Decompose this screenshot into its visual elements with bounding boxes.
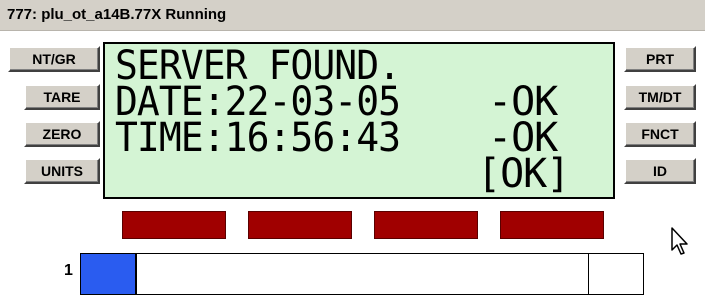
prt-button[interactable]: PRT	[624, 46, 696, 72]
status-indicator-1	[122, 211, 226, 239]
tare-button[interactable]: TARE	[24, 84, 100, 110]
nt-gr-button[interactable]: NT/GR	[8, 46, 100, 72]
lcd-display: SERVER FOUND. DATE:22-03-05 -OK TIME:16:…	[103, 42, 615, 199]
progress-bar-marker	[588, 254, 589, 294]
status-indicator-4	[500, 211, 604, 239]
window-title: 777: plu_ot_a14B.77X Running	[7, 6, 227, 23]
progress-bar-fill	[81, 254, 138, 294]
status-indicator-2	[248, 211, 352, 239]
lcd-line-4-status: [OK]	[477, 151, 570, 197]
id-button[interactable]: ID	[624, 158, 696, 184]
zero-button[interactable]: ZERO	[24, 121, 100, 147]
tm-dt-button[interactable]: TM/DT	[624, 84, 696, 110]
lcd-line-3: TIME:16:56:43	[115, 115, 401, 161]
title-bar: 777: plu_ot_a14B.77X Running	[0, 0, 705, 31]
channel-label: 1	[64, 262, 73, 279]
fnct-button[interactable]: FNCT	[624, 121, 696, 147]
units-button[interactable]: UNITS	[24, 158, 100, 184]
status-indicator-3	[374, 211, 478, 239]
mouse-pointer-icon	[671, 227, 688, 255]
progress-bar	[80, 253, 644, 295]
